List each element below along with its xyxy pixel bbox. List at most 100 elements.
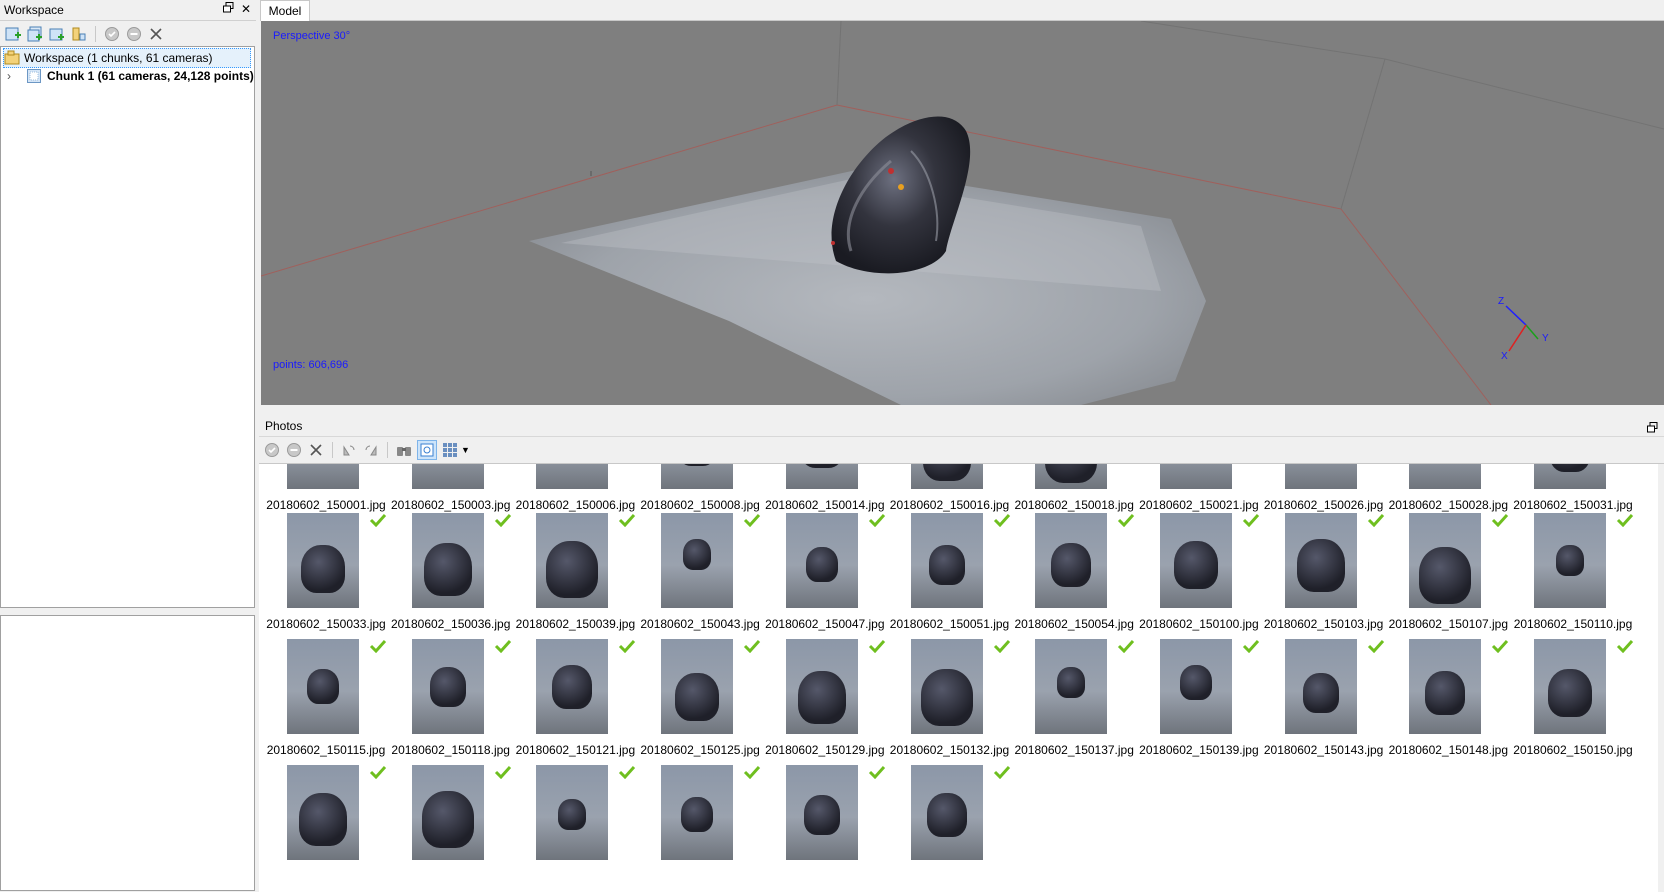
enable-icon[interactable] (263, 441, 281, 459)
tree-item-workspace[interactable]: Workspace (1 chunks, 61 cameras) (3, 48, 251, 68)
toolbar-separator (387, 442, 388, 458)
photo-image (1284, 513, 1357, 608)
photo-filename: 20180602_150033.jpg (266, 617, 386, 631)
photo-thumbnail[interactable]: 20180602_150143.jpg (1263, 639, 1385, 761)
photo-filename: 20180602_150018.jpg (1014, 498, 1134, 512)
photo-image (287, 513, 359, 608)
workspace-icon (4, 50, 20, 66)
chevron-down-icon[interactable]: ▼ (461, 445, 470, 455)
add-chunk-icon[interactable] (4, 25, 22, 43)
enable-icon[interactable] (103, 25, 121, 43)
axis-gizmo (1505, 305, 1539, 352)
photo-thumbnail[interactable]: 20180602_150003.jpg (390, 464, 512, 516)
view-mode-icon[interactable] (441, 441, 459, 459)
photo-filename: 20180602_150103.jpg (1263, 617, 1384, 631)
photo-thumbnail[interactable] (514, 765, 636, 887)
rotate-right-icon[interactable] (362, 441, 380, 459)
photo-image (1534, 464, 1606, 489)
photo-image (910, 464, 983, 489)
photo-thumbnail[interactable]: 20180602_150039.jpg (514, 513, 636, 635)
check-icon (494, 513, 512, 528)
check-icon (868, 765, 886, 780)
photo-thumbnail[interactable]: 20180602_150121.jpg (514, 639, 636, 761)
photo-thumbnail[interactable] (265, 765, 387, 887)
photo-thumbnail[interactable]: 20180602_150150.jpg (1512, 639, 1634, 761)
chevron-right-icon[interactable]: › (7, 67, 19, 85)
photo-filename: 20180602_150125.jpg (640, 743, 760, 757)
photo-image (1159, 639, 1232, 734)
photo-thumbnail[interactable] (889, 765, 1011, 887)
photo-thumbnail[interactable]: 20180602_150006.jpg (514, 464, 636, 516)
photo-thumbnail[interactable]: 20180602_150047.jpg (764, 513, 886, 635)
close-icon[interactable]: ✕ (240, 2, 252, 16)
add-folder-icon[interactable] (48, 25, 66, 43)
photo-image (910, 765, 983, 860)
photo-filename: 20180602_150026.jpg (1263, 498, 1384, 512)
photo-thumbnail[interactable]: 20180602_150103.jpg (1263, 513, 1385, 635)
photo-filename: 20180602_150121.jpg (515, 743, 636, 757)
float-icon[interactable] (222, 2, 234, 16)
photo-thumbnail[interactable]: 20180602_150139.jpg (1138, 639, 1260, 761)
photo-thumbnail[interactable]: 20180602_150110.jpg (1512, 513, 1634, 635)
photo-thumbnail[interactable]: 20180602_150054.jpg (1013, 513, 1135, 635)
photo-thumbnail[interactable]: 20180602_150026.jpg (1263, 464, 1385, 516)
photo-thumbnail[interactable]: 20180602_150100.jpg (1138, 513, 1260, 635)
photo-image (1409, 639, 1482, 734)
photo-thumbnail[interactable]: 20180602_150043.jpg (639, 513, 761, 635)
disable-icon[interactable] (125, 25, 143, 43)
binoculars-icon[interactable] (395, 441, 413, 459)
rotate-left-icon[interactable] (340, 441, 358, 459)
disable-icon[interactable] (285, 441, 303, 459)
float-icon[interactable] (1647, 419, 1658, 439)
photo-filename: 20180602_150008.jpg (640, 498, 760, 512)
chunk-icon (27, 69, 41, 83)
photo-thumbnail[interactable]: 20180602_150137.jpg (1013, 639, 1135, 761)
photo-thumbnail[interactable] (764, 765, 886, 887)
photo-thumbnail[interactable]: 20180602_150001.jpg (265, 464, 387, 516)
scrollbar[interactable] (1658, 464, 1664, 892)
photo-thumbnail[interactable]: 20180602_150033.jpg (265, 513, 387, 635)
tree-item-label: Chunk 1 (61 cameras, 24,128 points) (47, 69, 254, 83)
tree-item-chunk[interactable]: › Chunk 1 (61 cameras, 24,128 points) (7, 67, 254, 85)
photo-thumbnail[interactable]: 20180602_150018.jpg (1013, 464, 1135, 516)
remove-icon[interactable] (307, 441, 325, 459)
projection-label: Perspective 30° (273, 30, 351, 42)
model-viewport[interactable]: Perspective 30° points: 606,696 Z Y X (261, 21, 1664, 405)
import-icon[interactable] (70, 25, 88, 43)
photo-thumbnail[interactable]: 20180602_150107.jpg (1387, 513, 1509, 635)
photo-thumbnail[interactable]: 20180602_150008.jpg (639, 464, 761, 516)
photo-thumbnail[interactable]: 20180602_150051.jpg (889, 513, 1011, 635)
tab-model[interactable]: Model (260, 0, 310, 21)
add-photos-icon[interactable] (26, 25, 44, 43)
photo-image (1035, 639, 1108, 734)
photo-filename: 20180602_150132.jpg (889, 743, 1010, 757)
photo-thumbnail[interactable]: 20180602_150148.jpg (1387, 639, 1509, 761)
photo-filename: 20180602_150021.jpg (1139, 498, 1259, 512)
photo-image (661, 765, 734, 860)
photo-thumbnail[interactable]: 20180602_150031.jpg (1512, 464, 1634, 516)
photo-thumbnail[interactable]: 20180602_150118.jpg (390, 639, 512, 761)
photo-image (1035, 464, 1108, 489)
filter-icon[interactable] (417, 440, 437, 460)
check-icon (618, 639, 636, 654)
photo-thumbnail[interactable]: 20180602_150021.jpg (1138, 464, 1260, 516)
photo-image (1159, 513, 1232, 608)
photo-thumbnail[interactable]: 20180602_150125.jpg (639, 639, 761, 761)
photo-image (1409, 513, 1482, 608)
axis-z-label: Z (1498, 296, 1505, 307)
photo-image (785, 464, 858, 489)
points-count-label: points: 606,696 (273, 359, 349, 371)
remove-icon[interactable] (147, 25, 165, 43)
photo-thumbnail[interactable]: 20180602_150129.jpg (764, 639, 886, 761)
photo-thumbnail[interactable]: 20180602_150036.jpg (390, 513, 512, 635)
photo-thumbnail[interactable] (639, 765, 761, 887)
photo-thumbnail[interactable]: 20180602_150014.jpg (764, 464, 886, 516)
photo-thumbnail[interactable]: 20180602_150028.jpg (1387, 464, 1509, 516)
photo-thumbnail[interactable]: 20180602_150115.jpg (265, 639, 387, 761)
photo-thumbnail[interactable]: 20180602_150132.jpg (889, 639, 1011, 761)
check-icon (1367, 639, 1385, 654)
photo-thumbnail[interactable]: 20180602_150016.jpg (889, 464, 1011, 516)
axis-y-label: Y (1542, 333, 1549, 344)
photo-thumbnail[interactable] (390, 765, 512, 887)
workspace-toolbar (0, 21, 256, 47)
